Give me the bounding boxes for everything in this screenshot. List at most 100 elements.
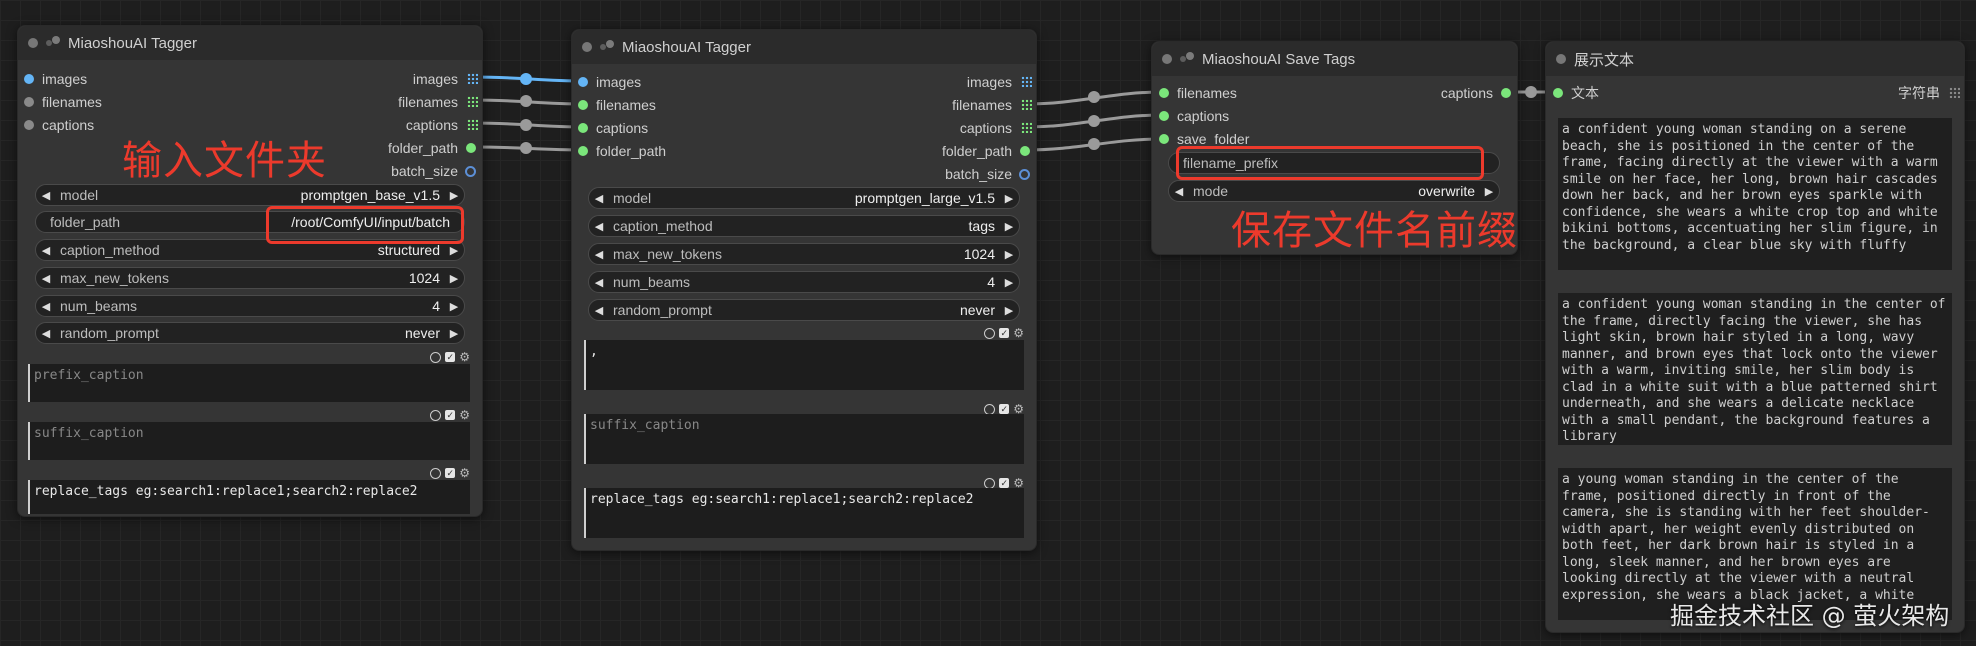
suffix-caption-input[interactable]: suffix_caption	[584, 414, 1024, 464]
caption-output-1[interactable]: a confident young woman standing on a se…	[1558, 118, 1952, 270]
arrow-left-icon[interactable]: ◀	[589, 276, 609, 289]
input-slot-images[interactable]: images	[24, 69, 87, 89]
node-title-bar[interactable]: 展示文本	[1546, 42, 1964, 76]
wand-icon[interactable]: ⚙	[459, 466, 470, 480]
input-slot-text[interactable]: 文本	[1553, 83, 1599, 103]
slot-dot-icon[interactable]	[24, 74, 34, 84]
arrow-right-icon[interactable]: ▶	[999, 248, 1019, 261]
output-slot-folder-path[interactable]: folder_path	[388, 138, 476, 158]
list-output-icon[interactable]	[1021, 122, 1032, 133]
node-title-bar[interactable]: MiaoshouAI Save Tags	[1152, 42, 1517, 76]
input-slot-folder-path[interactable]: folder_path	[578, 141, 666, 161]
radio-icon[interactable]	[984, 327, 996, 339]
tagger-node-2[interactable]: MiaoshouAI Tagger images filenames capti…	[571, 29, 1037, 551]
radio-icon[interactable]	[984, 477, 996, 489]
wand-icon[interactable]: ⚙	[1013, 326, 1024, 340]
slot-dot-icon[interactable]	[1553, 88, 1563, 98]
input-slot-captions[interactable]: captions	[24, 115, 94, 135]
radio-icon[interactable]	[430, 467, 442, 479]
max-new-tokens-number[interactable]: ◀ max_new_tokens 1024 ▶	[35, 267, 465, 289]
arrow-left-icon[interactable]: ◀	[589, 220, 609, 233]
wand-icon[interactable]: ⚙	[459, 350, 470, 364]
list-output-icon[interactable]	[1021, 99, 1032, 110]
list-output-icon[interactable]	[1021, 76, 1032, 87]
arrow-right-icon[interactable]: ▶	[444, 327, 464, 340]
slot-dot-icon[interactable]	[578, 123, 588, 133]
arrow-left-icon[interactable]: ◀	[36, 272, 56, 285]
radio-icon[interactable]	[430, 351, 442, 363]
arrow-right-icon[interactable]: ▶	[444, 272, 464, 285]
collapse-dot-icon[interactable]	[1162, 54, 1172, 64]
output-slot-batch-size[interactable]: batch_size	[391, 161, 476, 181]
checkbox-icon[interactable]: ✓	[999, 404, 1010, 414]
arrow-left-icon[interactable]: ◀	[1169, 185, 1189, 198]
node-title-bar[interactable]: MiaoshouAI Tagger	[572, 30, 1036, 64]
arrow-left-icon[interactable]: ◀	[589, 192, 609, 205]
slot-dot-icon[interactable]	[1501, 88, 1511, 98]
arrow-right-icon[interactable]: ▶	[999, 220, 1019, 233]
prefix-caption-input[interactable]: prefix_caption	[28, 364, 470, 402]
checkbox-icon[interactable]: ✓	[445, 410, 456, 420]
slot-dot-icon[interactable]	[1020, 146, 1030, 156]
wand-icon[interactable]: ⚙	[459, 408, 470, 422]
arrow-right-icon[interactable]: ▶	[999, 276, 1019, 289]
output-slot-filenames[interactable]: filenames	[952, 95, 1032, 115]
arrow-right-icon[interactable]: ▶	[999, 192, 1019, 205]
collapse-dot-icon[interactable]	[1556, 54, 1566, 64]
slot-dot-icon[interactable]	[578, 146, 588, 156]
radio-icon[interactable]	[430, 409, 442, 421]
arrow-right-icon[interactable]: ▶	[444, 244, 464, 257]
slot-dot-icon[interactable]	[578, 77, 588, 87]
slot-dot-icon[interactable]	[24, 120, 34, 130]
list-output-icon[interactable]	[467, 73, 478, 84]
slot-dot-icon[interactable]	[1159, 134, 1169, 144]
suffix-caption-input[interactable]: suffix_caption	[28, 422, 470, 460]
input-slot-captions[interactable]: captions	[578, 118, 648, 138]
model-combo[interactable]: ◀ model promptgen_base_v1.5 ▶	[35, 184, 465, 206]
checkbox-icon[interactable]: ✓	[445, 468, 456, 478]
caption-method-combo[interactable]: ◀ caption_method tags ▶	[588, 215, 1020, 237]
output-slot-captions[interactable]: captions	[406, 115, 478, 135]
show-text-node[interactable]: 展示文本 文本 字符串 a confident young woman stan…	[1545, 41, 1965, 633]
node-title-bar[interactable]: MiaoshouAI Tagger	[18, 26, 482, 60]
radio-icon[interactable]	[984, 403, 996, 415]
arrow-right-icon[interactable]: ▶	[1479, 185, 1499, 198]
collapse-dot-icon[interactable]	[28, 38, 38, 48]
arrow-left-icon[interactable]: ◀	[589, 304, 609, 317]
slot-dot-icon[interactable]	[1159, 111, 1169, 121]
slot-dot-icon[interactable]	[466, 143, 476, 153]
checkbox-icon[interactable]: ✓	[445, 352, 456, 362]
output-slot-string[interactable]: 字符串	[1898, 83, 1960, 103]
output-slot-filenames[interactable]: filenames	[398, 92, 478, 112]
output-slot-batch-size[interactable]: batch_size	[945, 164, 1030, 184]
checkbox-icon[interactable]: ✓	[999, 478, 1010, 488]
prefix-caption-input[interactable]: ,	[584, 340, 1024, 390]
slot-ring-icon[interactable]	[465, 166, 476, 177]
output-slot-images[interactable]: images	[413, 69, 478, 89]
random-prompt-combo[interactable]: ◀ random_prompt never ▶	[588, 299, 1020, 321]
model-combo[interactable]: ◀ model promptgen_large_v1.5 ▶	[588, 187, 1020, 209]
collapse-dot-icon[interactable]	[582, 42, 592, 52]
input-slot-filenames[interactable]: filenames	[24, 92, 102, 112]
output-slot-captions[interactable]: captions	[960, 118, 1032, 138]
list-output-icon[interactable]	[467, 119, 478, 130]
max-new-tokens-number[interactable]: ◀ max_new_tokens 1024 ▶	[588, 243, 1020, 265]
arrow-left-icon[interactable]: ◀	[36, 327, 56, 340]
arrow-left-icon[interactable]: ◀	[36, 300, 56, 313]
caption-output-2[interactable]: a confident young woman standing in the …	[1558, 293, 1952, 445]
output-slot-images[interactable]: images	[967, 72, 1032, 92]
num-beams-number[interactable]: ◀ num_beams 4 ▶	[588, 271, 1020, 293]
replace-tags-input[interactable]: replace_tags eg:search1:replace1;search2…	[584, 488, 1024, 538]
output-slot-captions[interactable]: captions	[1441, 83, 1511, 103]
slot-ring-icon[interactable]	[1019, 169, 1030, 180]
slot-dot-icon[interactable]	[24, 97, 34, 107]
output-slot-folder-path[interactable]: folder_path	[942, 141, 1030, 161]
replace-tags-input[interactable]: replace_tags eg:search1:replace1;search2…	[28, 480, 470, 514]
arrow-left-icon[interactable]: ◀	[36, 244, 56, 257]
num-beams-number[interactable]: ◀ num_beams 4 ▶	[35, 295, 465, 317]
arrow-left-icon[interactable]: ◀	[589, 248, 609, 261]
input-slot-filenames[interactable]: filenames	[578, 95, 656, 115]
list-output-icon[interactable]	[1949, 87, 1960, 98]
input-slot-images[interactable]: images	[578, 72, 641, 92]
arrow-right-icon[interactable]: ▶	[444, 189, 464, 202]
